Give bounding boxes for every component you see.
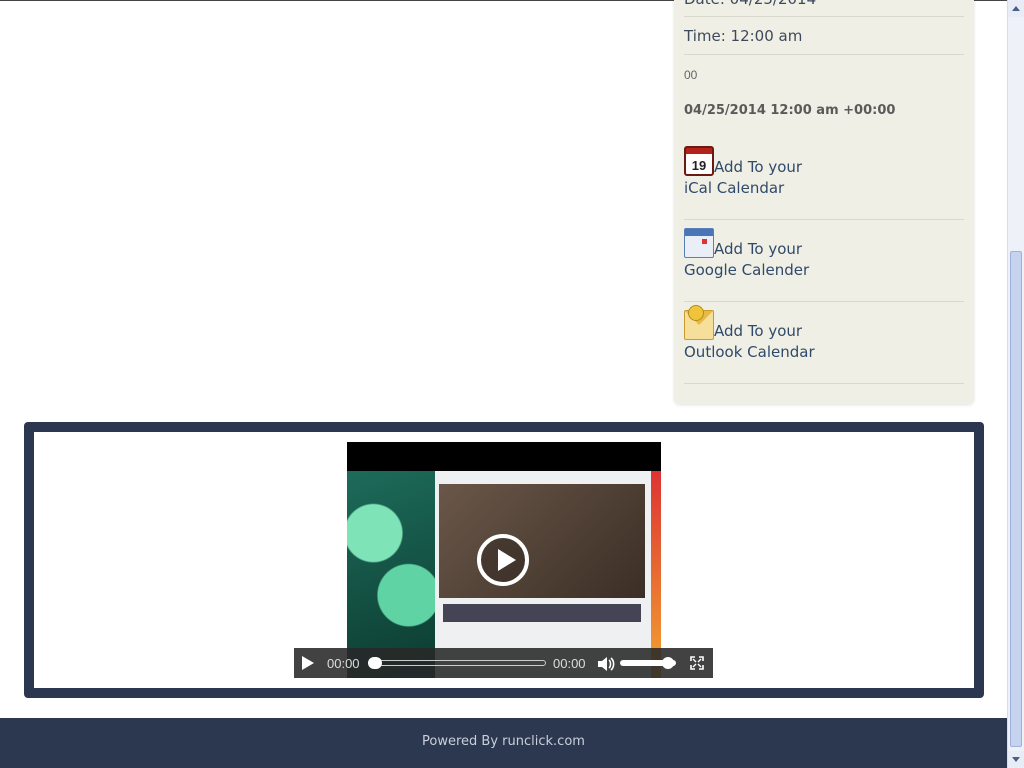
scrollbar-thumb[interactable] — [1010, 251, 1022, 747]
google-calendar-icon — [684, 228, 714, 258]
outlook-envelope-icon — [684, 305, 714, 340]
footer: Powered By runclick.com — [0, 718, 1007, 768]
duration: 00:00 — [553, 656, 586, 671]
current-time: 00:00 — [327, 656, 360, 671]
google-link-line1: Add To your — [714, 240, 803, 258]
ical-calendar-icon-day: 19 — [691, 158, 707, 173]
divider — [684, 16, 964, 17]
footer-powered-by[interactable]: Powered By runclick.com — [0, 734, 1007, 749]
add-to-ical-link[interactable]: 19 Add To your iCal Calendar — [684, 146, 884, 199]
add-to-google-calendar-link[interactable]: Add To your Google Calender — [684, 228, 884, 281]
volume-icon[interactable] — [597, 656, 615, 672]
divider — [684, 54, 964, 55]
timezone-offset: 00 — [684, 68, 698, 82]
video-controls-bar: 00:00 00:00 — [294, 648, 713, 678]
video-container: 00:00 00:00 — [34, 432, 974, 688]
divider — [684, 383, 964, 384]
event-time: Time: 12:00 am — [684, 27, 803, 45]
google-link-line2: Google Calender — [684, 261, 810, 279]
scroll-down-arrow-icon[interactable] — [1008, 751, 1024, 768]
divider — [684, 301, 964, 302]
fullscreen-icon[interactable] — [690, 656, 704, 670]
outlook-link-line2: Outlook Calendar — [684, 343, 815, 361]
video-thumbnail-edge — [651, 471, 661, 678]
video-player[interactable] — [347, 442, 661, 678]
add-to-outlook-calendar-link[interactable]: Add To your Outlook Calendar — [684, 305, 884, 363]
progress-bar[interactable] — [368, 660, 546, 666]
event-full-datetime: 04/25/2014 12:00 am +00:00 — [684, 103, 896, 118]
progress-handle[interactable] — [368, 657, 382, 669]
video-section: 00:00 00:00 — [24, 422, 984, 698]
scroll-up-arrow-icon[interactable] — [1008, 0, 1024, 17]
event-details-panel: Date: 04/25/2014 Time: 12:00 am 00 04/25… — [674, 0, 974, 404]
video-thumbnail-webcam — [439, 484, 645, 598]
volume-handle[interactable] — [661, 657, 674, 669]
divider — [684, 219, 964, 220]
video-thumbnail-participants — [443, 604, 641, 622]
play-icon[interactable] — [302, 656, 314, 670]
event-date: Date: 04/25/2014 — [684, 0, 964, 8]
big-play-icon[interactable] — [477, 534, 529, 586]
video-thumbnail-background — [347, 471, 435, 678]
vertical-scrollbar[interactable] — [1007, 0, 1024, 768]
outlook-link-line1: Add To your — [714, 322, 803, 340]
ical-link-line1: Add To your — [714, 158, 803, 176]
ical-link-line2: iCal Calendar — [684, 179, 785, 197]
ical-calendar-icon: 19 — [684, 146, 714, 176]
